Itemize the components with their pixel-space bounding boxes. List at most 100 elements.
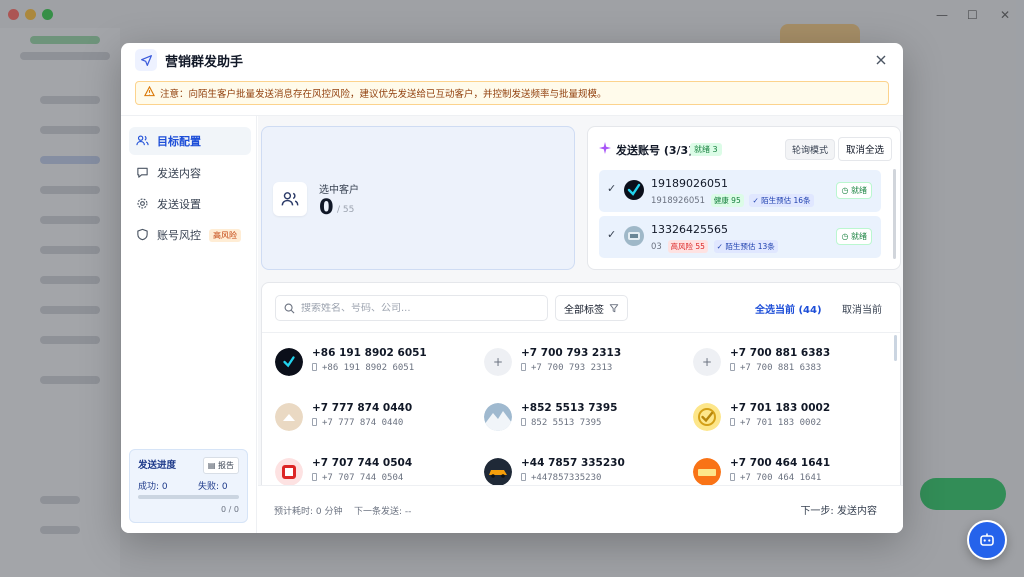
- cancel-all-button[interactable]: 取消全选: [838, 137, 893, 161]
- warning-text: 注意：向陌生客户批量发送消息存在风控风险，建议优先发送给已互动客户，并控制发送频…: [160, 89, 607, 100]
- list-scrollbar[interactable]: [894, 335, 897, 361]
- avatar: [275, 403, 303, 431]
- success-count: 成功: 0: [138, 482, 168, 492]
- avatar: +: [484, 348, 512, 376]
- gear-icon: [136, 197, 150, 211]
- phone-icon: [730, 473, 735, 481]
- customer-name: +852 5513 7395: [521, 402, 618, 414]
- customer-name: +7 700 793 2313: [521, 347, 622, 359]
- customer-number-text: +7 777 874 0440: [322, 418, 404, 428]
- robot-icon: [980, 533, 994, 546]
- send-progress-card: 发送进度 ▤ 报告 成功: 0 失败: 0 0 / 0: [129, 449, 248, 523]
- customer-number-text: +7 701 183 0002: [740, 418, 822, 428]
- message-icon: [136, 166, 150, 180]
- nav-item-label: 发送内容: [157, 167, 201, 180]
- next-step-button[interactable]: 下一步: 发送内容: [800, 502, 877, 517]
- phone-icon: [521, 363, 526, 371]
- dialog-body: 目标配置 发送内容 发送设置 账号风控 高风险 发送进度 ▤ 报告 成功: 0: [121, 115, 903, 533]
- customer-list-card: 全部标签 全选当前 (44) 取消当前 +86 191 8902 6051+86…: [261, 282, 901, 486]
- status-label: 就绪: [851, 232, 867, 241]
- customer-name: +7 777 874 0440: [312, 402, 413, 414]
- customer-number: +7 700 464 1641: [730, 473, 821, 483]
- phone-icon: [730, 363, 735, 371]
- tag-filter-label: 全部标签: [564, 304, 604, 316]
- customer-name: +7 700 464 1641: [730, 457, 831, 469]
- ready-badge: 就绪 3: [690, 143, 722, 156]
- risk-warning-banner: 注意：向陌生客户批量发送消息存在风控风险，建议优先发送给已互动客户，并控制发送频…: [135, 81, 889, 105]
- status-badge: ◷ 就绪: [836, 182, 872, 199]
- tag-filter-dropdown[interactable]: 全部标签: [555, 295, 628, 321]
- customer-number: +7 700 793 2313: [521, 363, 612, 373]
- avatar: [693, 458, 721, 485]
- status-badge: ◷ 就绪: [836, 228, 872, 245]
- account-sub: 03: [651, 242, 662, 252]
- customer-item[interactable]: +7 707 744 0504 +7 707 744 0504: [275, 454, 475, 485]
- avatar: [624, 226, 644, 246]
- forecast-badge: ✓ 陌生预估 16条: [749, 194, 814, 207]
- customer-number: +86 191 8902 6051: [312, 363, 414, 373]
- avatar: [693, 403, 721, 431]
- search-icon: [284, 303, 295, 313]
- customer-number-text: +86 191 8902 6051: [322, 363, 415, 373]
- assistant-bot-button[interactable]: [967, 520, 1007, 560]
- customer-item[interactable]: +7 777 874 0440 +7 777 874 0440: [275, 399, 475, 439]
- nav-item-send-content[interactable]: 发送内容: [129, 159, 251, 187]
- check-icon[interactable]: ✓: [607, 228, 616, 241]
- account-name: 19189026051: [651, 177, 728, 190]
- eta-text: 预计耗时: 0 分钟 下一条发送: --: [274, 504, 411, 517]
- customer-item[interactable]: +44 7857 335230 +447857335230: [484, 454, 684, 485]
- nav-item-label: 账号风控: [157, 229, 201, 242]
- customer-number-text: 852 5513 7395: [531, 418, 602, 428]
- account-row[interactable]: ✓ 19189026051 1918926051 健康 95 ✓ 陌生预估 16…: [599, 170, 881, 212]
- polling-mode-button[interactable]: 轮询模式: [785, 139, 836, 160]
- status-label: 就绪: [851, 186, 867, 195]
- customer-item[interactable]: +852 5513 7395 852 5513 7395: [484, 399, 684, 439]
- account-detail: 03 高风险 55 ✓ 陌生预估 13条: [651, 240, 778, 253]
- cancel-current-button[interactable]: 取消当前: [842, 301, 882, 316]
- shield-icon: [136, 228, 150, 242]
- eta-label: 预计耗时: 0 分钟: [274, 507, 343, 517]
- nav-item-label: 目标配置: [157, 135, 201, 148]
- avatar: [275, 458, 303, 485]
- document-icon: ▤: [207, 461, 218, 470]
- customer-number-text: +7 700 464 1641: [740, 473, 822, 483]
- customer-item[interactable]: +7 701 183 0002 +7 701 183 0002: [693, 399, 893, 439]
- account-row[interactable]: ✓ 13326425565 03 高风险 55 ✓ 陌生预估 13条 ◷ 就绪: [599, 216, 881, 258]
- search-input[interactable]: [301, 302, 531, 314]
- customer-number-text: +7 700 881 6383: [740, 363, 822, 373]
- customer-name: +7 707 744 0504: [312, 457, 413, 469]
- customer-item[interactable]: + +7 700 793 2313 +7 700 793 2313: [484, 344, 684, 384]
- nav-item-label: 发送设置: [157, 198, 201, 211]
- accounts-title: 发送账号 (3/3): [616, 144, 694, 157]
- nav-item-account-risk[interactable]: 账号风控 高风险: [129, 221, 251, 249]
- customer-item[interactable]: + +7 700 881 6383 +7 700 881 6383: [693, 344, 893, 384]
- next-send-label: 下一条发送: --: [353, 507, 412, 517]
- progress-bar: [138, 495, 239, 499]
- phone-icon: [730, 418, 735, 426]
- check-icon[interactable]: ✓: [607, 182, 616, 195]
- accounts-scrollbar[interactable]: [893, 169, 896, 259]
- account-sub: 1918926051: [651, 196, 706, 206]
- dialog-footer: 预计耗时: 0 分钟 下一条发送: -- 下一步: 发送内容: [258, 485, 903, 533]
- report-button-label: 报告: [218, 461, 234, 470]
- step-navigation: 目标配置 发送内容 发送设置 账号风控 高风险 发送进度 ▤ 报告 成功: 0: [121, 116, 257, 533]
- divider: [262, 332, 900, 333]
- dialog-title: 营销群发助手: [165, 54, 244, 70]
- customer-name: +7 701 183 0002: [730, 402, 831, 414]
- users-icon: [273, 182, 307, 216]
- customer-name: +44 7857 335230: [521, 457, 625, 469]
- customer-item[interactable]: +86 191 8902 6051 +86 191 8902 6051: [275, 344, 475, 384]
- nav-item-send-settings[interactable]: 发送设置: [129, 190, 251, 218]
- report-button[interactable]: ▤ 报告: [202, 457, 239, 474]
- high-risk-badge: 高风险: [209, 228, 241, 242]
- customer-number: +7 777 874 0440: [312, 418, 403, 428]
- search-box[interactable]: [275, 295, 548, 321]
- sender-accounts-card: 发送账号 (3/3) 就绪 3 轮询模式 取消全选 ✓ 19189026051 …: [587, 126, 901, 270]
- customer-item[interactable]: +7 700 464 1641 +7 700 464 1641: [693, 454, 893, 485]
- dialog-close-button[interactable]: [875, 54, 889, 68]
- marketing-broadcast-dialog: 营销群发助手 注意：向陌生客户批量发送消息存在风控风险，建议优先发送给已互动客户…: [121, 43, 903, 533]
- fail-count: 失败: 0: [198, 482, 228, 492]
- filter-icon: [609, 304, 619, 313]
- select-all-current-button[interactable]: 全选当前 (44): [755, 301, 822, 316]
- nav-item-target-config[interactable]: 目标配置: [129, 127, 251, 155]
